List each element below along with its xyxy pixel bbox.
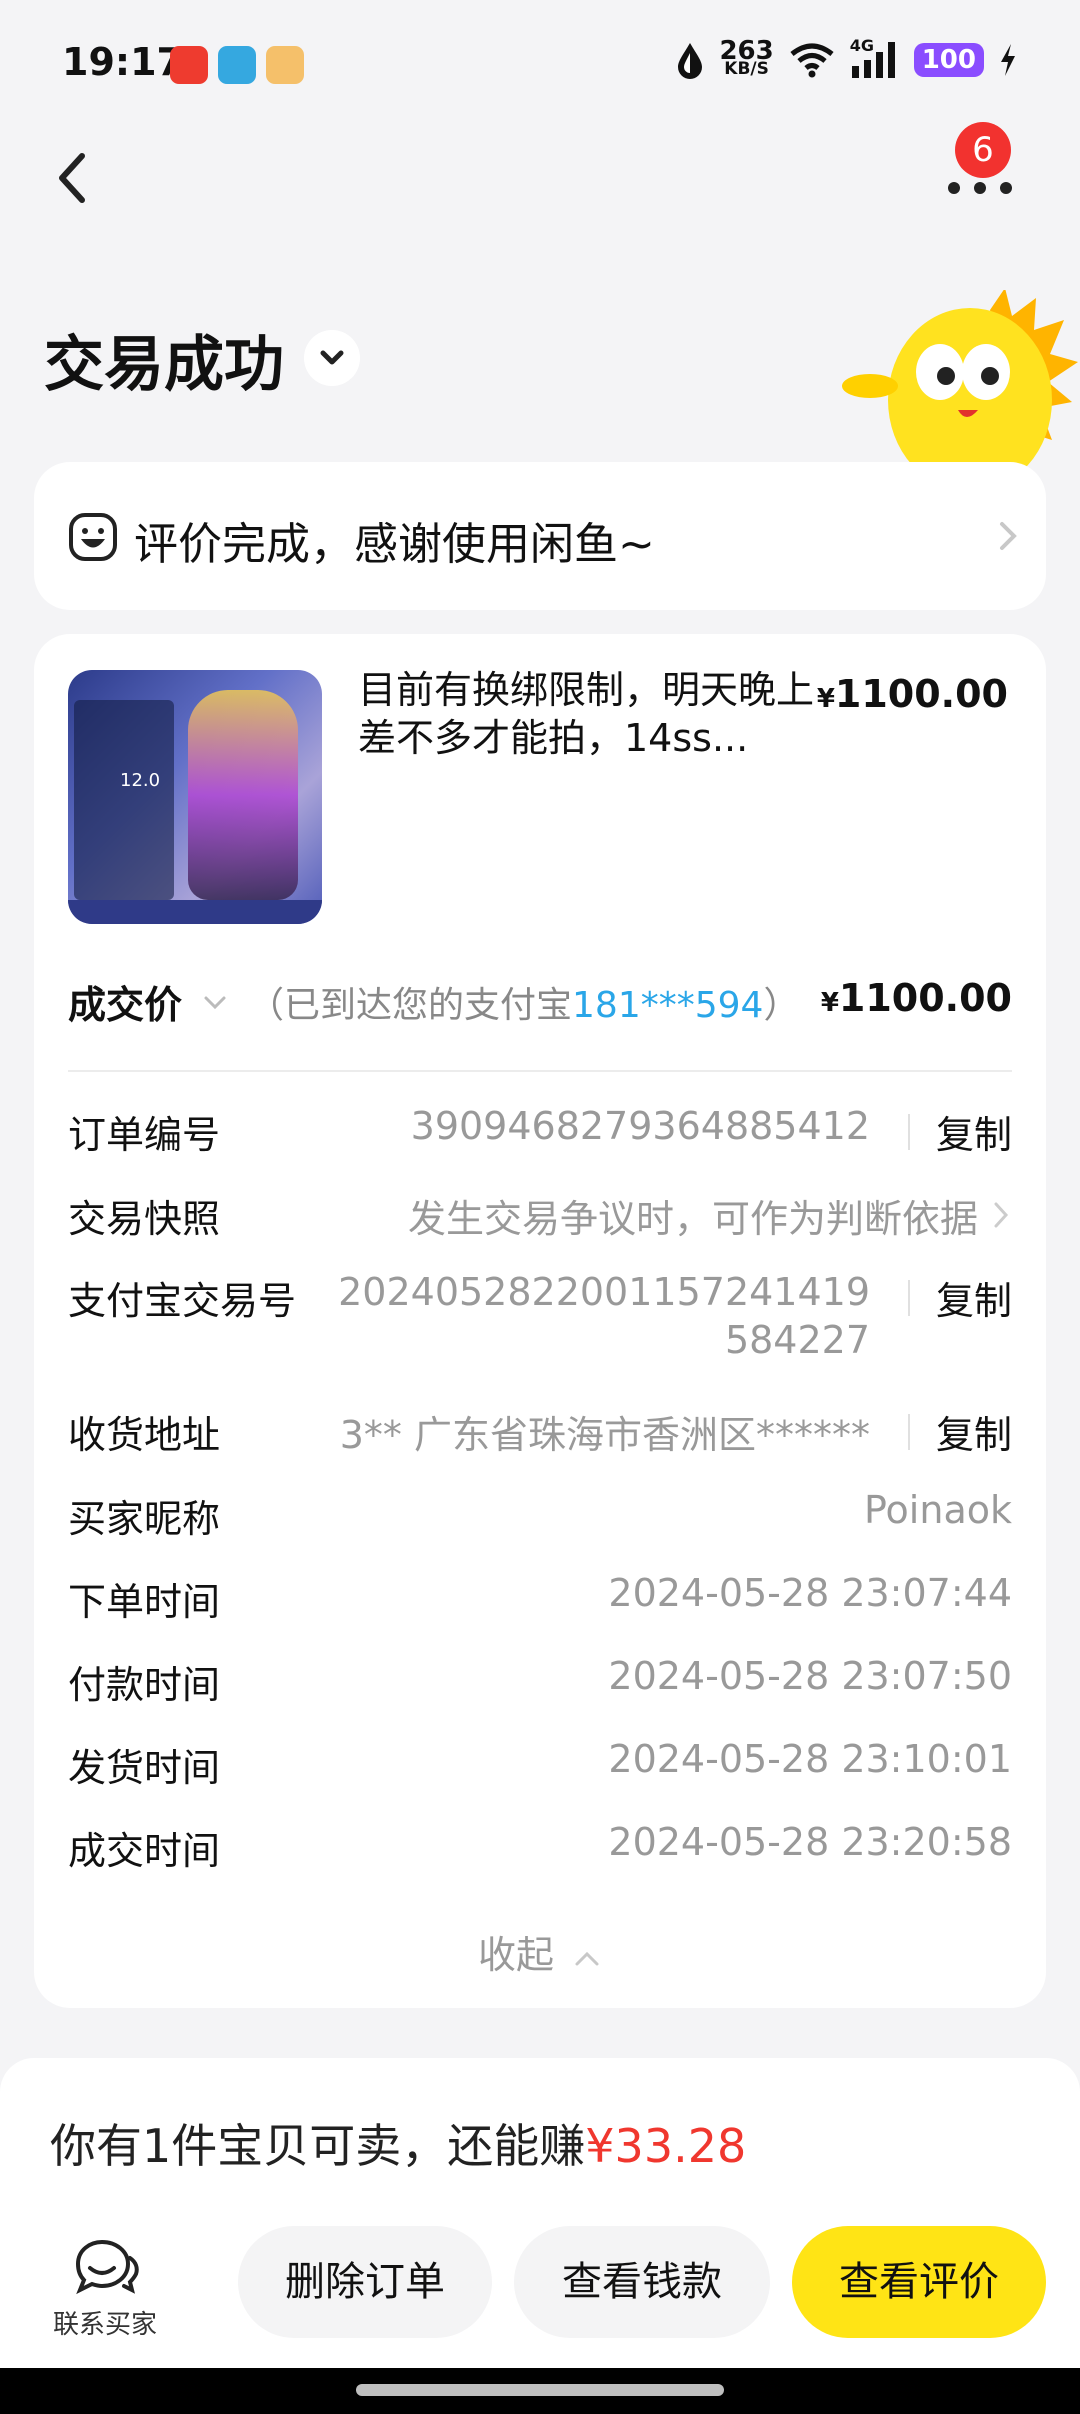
delete-order-button[interactable]: 删除订单 bbox=[238, 2226, 492, 2338]
deal-price-currency: ¥ bbox=[820, 988, 839, 1018]
chevron-up-icon bbox=[575, 1951, 599, 1965]
view-review-button[interactable]: 查看评价 bbox=[792, 2226, 1046, 2338]
youtube-icon bbox=[170, 46, 208, 84]
back-icon[interactable] bbox=[46, 148, 106, 208]
order-number-value: 3909468279364885412 bbox=[410, 1104, 870, 1148]
net-speed: 263 KB/S bbox=[719, 36, 774, 79]
status-bar: 19:17 263 KB/S 4G 100 bbox=[0, 0, 1080, 130]
water-drop-icon bbox=[678, 43, 703, 79]
copy-separator bbox=[908, 1414, 910, 1450]
earn-amount: ¥33.28 bbox=[585, 2119, 747, 2173]
order-number-row: 订单编号 3909468279364885412 复制 bbox=[68, 1104, 1012, 1160]
pay-time-label: 付款时间 bbox=[68, 1663, 221, 1707]
deal-time-label: 成交时间 bbox=[68, 1829, 221, 1873]
address-row: 收货地址 3** 广东省珠海市香洲区****** 复制 bbox=[68, 1404, 1012, 1460]
alipay-trade-row: 支付宝交易号 202405282200115724141​9 584227 复制 bbox=[68, 1270, 1012, 1376]
alipay-account: 181***594 bbox=[572, 985, 764, 1026]
home-gesture-handle[interactable] bbox=[356, 2384, 724, 2396]
order-time-value: 2024-05-28 23:07:44 bbox=[608, 1571, 1012, 1615]
ship-time-row: 发货时间 2024-05-28 23:10:01 bbox=[68, 1737, 1012, 1793]
address-value: 3** 广东省珠海市香洲区****** bbox=[339, 1413, 870, 1457]
chevron-down-icon[interactable] bbox=[200, 988, 230, 1018]
thumbnail-stat-label: 12.0 bbox=[120, 770, 161, 791]
chevron-down-icon[interactable] bbox=[304, 330, 360, 386]
deal-time-value: 2024-05-28 23:20:58 bbox=[608, 1820, 1012, 1864]
buyer-label: 买家昵称 bbox=[68, 1497, 221, 1541]
deal-price-value: 1100.00 bbox=[838, 976, 1012, 1020]
net-speed-unit: KB/S bbox=[724, 59, 769, 79]
order-time-row: 下单时间 2024-05-28 23:07:44 bbox=[68, 1571, 1012, 1627]
product-thumbnail[interactable]: 12.0 bbox=[68, 670, 322, 924]
collapse-label: 收起 bbox=[477, 1933, 554, 1977]
thumbnail-bottom-bar bbox=[68, 900, 322, 924]
copy-alipay-trade-button[interactable]: 复制 bbox=[936, 1270, 1012, 1325]
earn-prefix: 你有1件宝贝可卖，还能赚 bbox=[50, 2119, 586, 2173]
wifi-icon bbox=[790, 43, 834, 78]
collapse-button[interactable]: 收起 bbox=[34, 1924, 1046, 1979]
mascot-fish-icon bbox=[842, 290, 1078, 470]
status-indicators: 263 KB/S 4G 100 bbox=[675, 36, 1018, 80]
chevron-right-icon bbox=[1000, 522, 1017, 550]
chevron-right-icon bbox=[994, 1202, 1009, 1228]
deal-price: ¥1100.00 bbox=[821, 976, 1012, 1020]
buyer-value: Poinaok bbox=[864, 1488, 1012, 1532]
address-label: 收货地址 bbox=[68, 1413, 221, 1457]
thumbnail-robot-figure bbox=[188, 690, 298, 900]
product-price: ¥1100.00 bbox=[817, 672, 1008, 716]
earn-prompt[interactable]: 你有1件宝贝可卖，还能赚¥33.28 bbox=[50, 2110, 746, 2176]
ship-time-label: 发货时间 bbox=[68, 1746, 221, 1790]
product-price-currency: ¥ bbox=[816, 684, 835, 714]
game-icon bbox=[266, 46, 304, 84]
status-time: 19:17 bbox=[62, 40, 183, 84]
system-nav-bar bbox=[0, 2368, 1080, 2414]
ship-time-value: 2024-05-28 23:10:01 bbox=[608, 1737, 1012, 1781]
net-speed-value: 263 bbox=[719, 36, 774, 66]
divider bbox=[68, 1070, 1012, 1072]
deal-price-label[interactable]: 成交价 bbox=[68, 974, 182, 1029]
snapshot-row[interactable]: 交易快照 发生交易争议时，可作为判断依据 bbox=[68, 1188, 1012, 1244]
order-detail-card: 12.0 目前有换绑限制，明天晚上差不多才能拍，14ss... ¥1100.00… bbox=[34, 634, 1046, 2008]
alipay-trade-line1: 202405282200115724141​9 bbox=[338, 1270, 870, 1314]
deal-time-row: 成交时间 2024-05-28 23:20:58 bbox=[68, 1820, 1012, 1876]
order-number-label: 订单编号 bbox=[68, 1113, 221, 1157]
view-payment-button[interactable]: 查看钱款 bbox=[514, 2226, 770, 2338]
snapshot-value: 发生交易争议时，可作为判断依据 bbox=[407, 1197, 978, 1241]
copy-separator bbox=[908, 1114, 910, 1150]
product-title[interactable]: 目前有换绑限制，明天晚上差不多才能拍，14ss... bbox=[358, 666, 818, 762]
contact-buyer-label: 联系买家 bbox=[52, 2310, 157, 2340]
thumbnail-stats-panel bbox=[74, 700, 174, 900]
deal-price-row: 成交价 （已到达您的支付宝181***594） ¥1100.00 bbox=[68, 974, 1012, 1034]
status-app-icons bbox=[170, 46, 304, 84]
copy-separator bbox=[908, 1280, 910, 1316]
copy-order-number-button[interactable]: 复制 bbox=[936, 1104, 1012, 1159]
signal-icon: 4G bbox=[850, 36, 900, 80]
alipay-trade-label: 支付宝交易号 bbox=[68, 1279, 297, 1323]
alipay-trade-line2: 584227 bbox=[724, 1318, 870, 1362]
review-status-text: 评价完成，感谢使用闲鱼~ bbox=[134, 519, 655, 570]
bottom-action-panel: 你有1件宝贝可卖，还能赚¥33.28 联系买家 删除订单 查看钱款 查看评价 bbox=[0, 2058, 1080, 2368]
charging-icon bbox=[1001, 44, 1015, 76]
smile-face-icon bbox=[69, 513, 117, 561]
buyer-row: 买家昵称 Poinaok bbox=[68, 1488, 1012, 1544]
telegram-icon bbox=[218, 46, 256, 84]
copy-address-button[interactable]: 复制 bbox=[936, 1404, 1012, 1459]
contact-buyer-button[interactable]: 联系买家 bbox=[40, 2238, 170, 2341]
product-price-value: 1100.00 bbox=[834, 672, 1008, 716]
deal-note-suffix: ） bbox=[763, 985, 800, 1026]
pay-time-value: 2024-05-28 23:07:50 bbox=[608, 1654, 1012, 1698]
order-time-label: 下单时间 bbox=[68, 1580, 221, 1624]
alipay-trade-value: 202405282200115724141​9 584227 bbox=[338, 1268, 870, 1364]
review-status-card[interactable]: 评价完成，感谢使用闲鱼~ bbox=[34, 462, 1046, 610]
deal-note-prefix: （已到达您的支付宝 bbox=[248, 985, 573, 1026]
battery-level: 100 bbox=[913, 43, 984, 77]
pay-time-row: 付款时间 2024-05-28 23:07:50 bbox=[68, 1654, 1012, 1710]
deal-payment-note: （已到达您的支付宝181***594） bbox=[248, 976, 799, 1028]
snapshot-label: 交易快照 bbox=[68, 1197, 221, 1241]
chat-bubble-icon bbox=[75, 2239, 139, 2295]
page-title: 交易成功 bbox=[44, 330, 284, 400]
more-badge: 6 bbox=[955, 122, 1011, 178]
